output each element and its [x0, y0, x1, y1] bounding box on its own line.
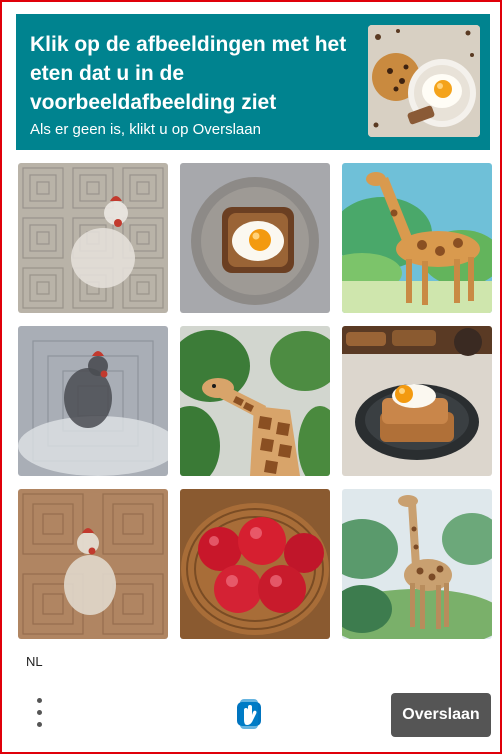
grid-tile-chicken[interactable]	[18, 163, 168, 313]
skip-button[interactable]: Overslaan	[391, 693, 491, 737]
challenge-header: Klik op de afbeeldingen met het eten dat…	[16, 14, 490, 150]
grid-tile-egg-on-toast[interactable]	[180, 163, 330, 313]
captcha-frame: Klik op de afbeeldingen met het eten dat…	[0, 0, 502, 754]
grid-tile-chicken[interactable]	[18, 326, 168, 476]
more-vertical-icon[interactable]	[30, 694, 50, 734]
grid-tile-chicken[interactable]	[18, 489, 168, 639]
hcaptcha-hand-icon[interactable]	[234, 696, 264, 732]
image-grid	[18, 163, 492, 639]
challenge-title: Klik op de afbeeldingen met het eten dat…	[30, 33, 347, 114]
grid-tile-giraffe[interactable]	[342, 163, 492, 313]
grid-tile-egg-on-toast[interactable]	[342, 326, 492, 476]
grid-tile-apples-in-basket[interactable]	[180, 489, 330, 639]
challenge-subtitle: Als er geen is, klikt u op Overslaan	[30, 121, 261, 138]
grid-tile-giraffe[interactable]	[342, 489, 492, 639]
grid-tile-giraffe[interactable]	[180, 326, 330, 476]
sample-image	[368, 25, 480, 137]
language-label: NL	[26, 654, 43, 669]
